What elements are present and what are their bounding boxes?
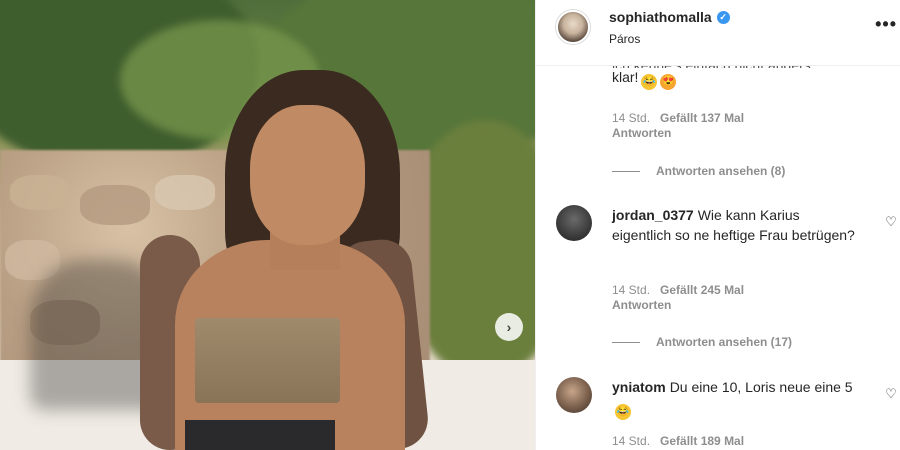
view-replies-button[interactable]: Antworten ansehen (8) <box>612 164 785 178</box>
reply-button[interactable]: Antworten <box>612 298 671 312</box>
avatar[interactable] <box>556 377 592 413</box>
person-pants <box>185 420 335 450</box>
comment-text: jordan_0377 Wie kann Karius eigentlich so… <box>612 205 857 245</box>
comment-username[interactable]: jordan_0377 <box>612 207 694 223</box>
comment-meta: 14 Std. Gefällt 137 Mal <box>612 111 744 125</box>
post-author: sophiathomalla ✓ <box>609 9 730 25</box>
comment-message: Du eine 10, Loris neue eine 5 <box>669 379 853 395</box>
person-top <box>195 318 340 403</box>
comment-likes[interactable]: Gefällt 189 Mal <box>660 434 744 448</box>
comment-time[interactable]: 14 Std. <box>612 111 650 125</box>
comment-meta: 14 Std. Gefällt 245 Mal <box>612 283 744 297</box>
comment-text-line: klar! <box>612 69 639 85</box>
location-link[interactable]: Páros <box>609 32 640 46</box>
avatar[interactable] <box>556 205 592 241</box>
face-with-tears-of-joy-icon: 😂 <box>615 404 631 420</box>
comment-username[interactable]: yniatom <box>612 379 666 395</box>
heart-icon[interactable]: ♡ <box>884 387 898 401</box>
chevron-right-icon: › <box>506 319 512 335</box>
divider <box>612 170 640 172</box>
reply-button[interactable]: Antworten <box>612 126 671 140</box>
carousel-next-button[interactable]: › <box>495 313 523 341</box>
post-photo[interactable]: › <box>0 0 535 450</box>
smiling-face-with-heart-eyes-icon: 😍 <box>660 74 677 90</box>
more-options-icon[interactable]: ••• <box>875 14 897 35</box>
view-replies-button[interactable]: Antworten ansehen (17) <box>612 335 792 349</box>
divider <box>612 341 640 343</box>
view-replies-label: Antworten ansehen (17) <box>656 335 793 349</box>
heart-icon[interactable]: ♡ <box>884 215 898 229</box>
photo-stone <box>10 175 70 210</box>
comment-time[interactable]: 14 Std. <box>612 283 650 297</box>
verified-badge-icon: ✓ <box>716 10 730 24</box>
comment-text: yniatom Du eine 10, Loris neue eine 5 😂 <box>612 377 857 420</box>
comment-likes[interactable]: Gefällt 137 Mal <box>660 111 744 125</box>
comment-likes[interactable]: Gefällt 245 Mal <box>660 283 744 297</box>
view-replies-label: Antworten ansehen (8) <box>656 164 786 178</box>
comment-time[interactable]: 14 Std. <box>612 434 650 448</box>
face-with-tears-of-joy-icon: 😂 <box>641 74 658 90</box>
comments-panel: sophiathomalla ✓ Páros ••• ich kenne's e… <box>535 0 900 450</box>
photo-stone <box>80 185 150 225</box>
photo-stone <box>155 175 215 210</box>
username-link[interactable]: sophiathomalla <box>609 9 712 25</box>
comment-meta: 14 Std. Gefällt 189 Mal <box>612 434 744 448</box>
post-header: sophiathomalla ✓ Páros ••• <box>536 0 900 66</box>
person-face <box>250 105 365 245</box>
avatar[interactable] <box>556 10 590 44</box>
